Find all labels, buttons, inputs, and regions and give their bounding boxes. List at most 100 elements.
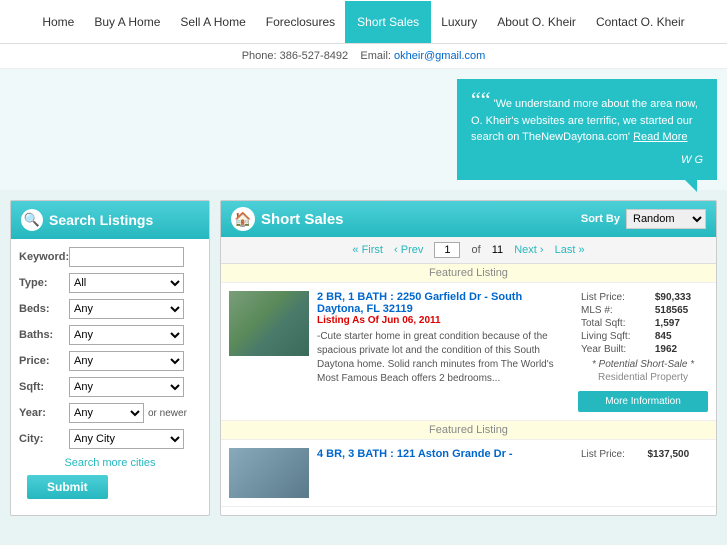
listings-header: 🏠 Short Sales Sort By Random Price Low-H… <box>221 201 716 237</box>
price-label: Price: <box>19 355 69 367</box>
year-built-label-1: Year Built: <box>578 343 652 356</box>
sort-area: Sort By Random Price Low-High Price High… <box>581 209 706 229</box>
of-text: of <box>471 244 480 256</box>
list-price-label-1: List Price: <box>578 291 652 304</box>
header-area: ““ 'We understand more about the area no… <box>0 69 727 190</box>
featured-label-1: Featured Listing <box>221 264 716 283</box>
sort-select[interactable]: Random Price Low-High Price High-Low New… <box>626 209 706 229</box>
listing-address-link-2[interactable]: 4 BR, 3 BATH : 121 Aston Grande Dr - <box>317 448 513 460</box>
phone-label: Phone: <box>242 50 277 62</box>
year-label: Year: <box>19 407 69 419</box>
beds-row: Beds: Any12345+ <box>19 299 201 319</box>
total-pages: 11 <box>492 244 503 256</box>
total-sqft-label-1: Total Sqft: <box>578 317 652 330</box>
search-form: Keyword: Type: All Residential Commercia… <box>11 239 209 515</box>
keyword-label: Keyword: <box>19 251 69 263</box>
keyword-row: Keyword: <box>19 247 201 267</box>
next-page-link[interactable]: Next › <box>514 244 543 256</box>
quote-tail <box>685 180 697 192</box>
read-more-link[interactable]: Read More <box>633 131 687 143</box>
sqft-label: Sqft: <box>19 381 69 393</box>
quote-mark: ““ <box>471 87 491 112</box>
list-price-2: $137,500 <box>644 448 708 461</box>
listing-info-2: 4 BR, 3 BATH : 121 Aston Grande Dr - <box>317 448 570 498</box>
listing-date-value-1: Jun 06, 2011 <box>382 315 441 326</box>
nav-foreclosures[interactable]: Foreclosures <box>256 1 345 43</box>
search-icon: 🔍 <box>21 209 43 231</box>
search-more-cities-link[interactable]: Search more cities <box>64 457 155 469</box>
mls-label-1: MLS #: <box>578 304 652 317</box>
nav-short-sales[interactable]: Short Sales <box>345 1 431 43</box>
listing-address-1: 2 BR, 1 BATH : 2250 Garfield Dr - South … <box>317 291 570 315</box>
baths-select[interactable]: Any1234+ <box>69 325 184 345</box>
type-select[interactable]: All Residential Commercial <box>69 273 184 293</box>
email-label: Email: <box>360 50 391 62</box>
list-price-1: $90,333 <box>652 291 708 304</box>
search-panel: 🔍 Search Listings Keyword: Type: All Res… <box>10 200 210 516</box>
listings-icon: 🏠 <box>231 207 255 231</box>
listing-info-1: 2 BR, 1 BATH : 2250 Garfield Dr - South … <box>317 291 570 412</box>
listing-thumb-2 <box>229 448 309 498</box>
living-sqft-1: 845 <box>652 330 708 343</box>
year-row: Year: Any1990200020052010 or newer <box>19 403 201 423</box>
last-page-link[interactable]: Last » <box>555 244 585 256</box>
residential-label-1: Residential Property <box>578 370 708 385</box>
price-select[interactable]: Any$50,000$100,000$200,000$500,000 <box>69 351 184 371</box>
listing-stats-2: List Price:$137,500 <box>578 448 708 498</box>
listing-item-2: 4 BR, 3 BATH : 121 Aston Grande Dr - Lis… <box>221 440 716 507</box>
listing-image-1[interactable] <box>229 291 309 356</box>
nav-sell[interactable]: Sell A Home <box>170 1 255 43</box>
potential-short-sale-1: * Potential Short-Sale * <box>578 359 708 370</box>
beds-select[interactable]: Any12345+ <box>69 299 184 319</box>
city-row: City: Any City Daytona Beach South Dayto… <box>19 429 201 449</box>
listing-date-1: Listing As Of Jun 06, 2011 <box>317 315 570 326</box>
contact-bar: Phone: 386-527-8492 Email: okheir@gmail.… <box>0 44 727 69</box>
sort-by-label: Sort By <box>581 213 620 225</box>
nav-about[interactable]: About O. Kheir <box>487 1 586 43</box>
search-panel-header: 🔍 Search Listings <box>11 201 209 239</box>
keyword-input[interactable] <box>69 247 184 267</box>
search-panel-title: Search Listings <box>49 212 153 228</box>
nav-luxury[interactable]: Luxury <box>431 1 487 43</box>
mls-1: 518565 <box>652 304 708 317</box>
listing-address-2: 4 BR, 3 BATH : 121 Aston Grande Dr - <box>317 448 570 460</box>
listings-title: Short Sales <box>261 211 344 228</box>
list-price-label-2: List Price: <box>578 448 644 461</box>
year-select[interactable]: Any1990200020052010 <box>69 403 144 423</box>
quote-box: ““ 'We understand more about the area no… <box>457 79 717 180</box>
submit-button[interactable]: Submit <box>27 475 108 499</box>
type-row: Type: All Residential Commercial <box>19 273 201 293</box>
listing-thumb-1 <box>229 291 309 356</box>
search-more-cities-link-area: Search more cities <box>19 455 201 469</box>
quote-author: W G <box>471 152 703 169</box>
phone-number: 386-527-8492 <box>280 50 349 62</box>
or-newer-text: or newer <box>148 408 187 419</box>
more-info-button-1[interactable]: More Information <box>578 391 708 412</box>
baths-label: Baths: <box>19 329 69 341</box>
year-built-1: 1962 <box>652 343 708 356</box>
total-sqft-1: 1,597 <box>652 317 708 330</box>
city-label: City: <box>19 433 69 445</box>
beds-label: Beds: <box>19 303 69 315</box>
pagination: « First ‹ Prev of 11 Next › Last » <box>221 237 716 264</box>
listing-item-1: 2 BR, 1 BATH : 2250 Garfield Dr - South … <box>221 283 716 421</box>
listings-title-area: 🏠 Short Sales <box>231 207 344 231</box>
city-select[interactable]: Any City Daytona Beach South Daytona Por… <box>69 429 184 449</box>
prev-page-link[interactable]: ‹ Prev <box>394 244 423 256</box>
navigation: Home Buy A Home Sell A Home Foreclosures… <box>0 0 727 44</box>
price-row: Price: Any$50,000$100,000$200,000$500,00… <box>19 351 201 371</box>
listing-address-link-1[interactable]: 2 BR, 1 BATH : 2250 Garfield Dr - South … <box>317 291 522 315</box>
page-input[interactable] <box>434 242 460 258</box>
sqft-select[interactable]: Any500100015002000 <box>69 377 184 397</box>
first-page-link[interactable]: « First <box>352 244 383 256</box>
nav-buy[interactable]: Buy A Home <box>84 1 170 43</box>
listings-panel: 🏠 Short Sales Sort By Random Price Low-H… <box>220 200 717 516</box>
email-link[interactable]: okheir@gmail.com <box>394 50 485 62</box>
featured-label-2: Featured Listing <box>221 421 716 440</box>
nav-contact[interactable]: Contact O. Kheir <box>586 1 695 43</box>
sqft-row: Sqft: Any500100015002000 <box>19 377 201 397</box>
baths-row: Baths: Any1234+ <box>19 325 201 345</box>
living-sqft-label-1: Living Sqft: <box>578 330 652 343</box>
listing-desc-1: -Cute starter home in great condition be… <box>317 330 570 386</box>
nav-home[interactable]: Home <box>32 1 84 43</box>
